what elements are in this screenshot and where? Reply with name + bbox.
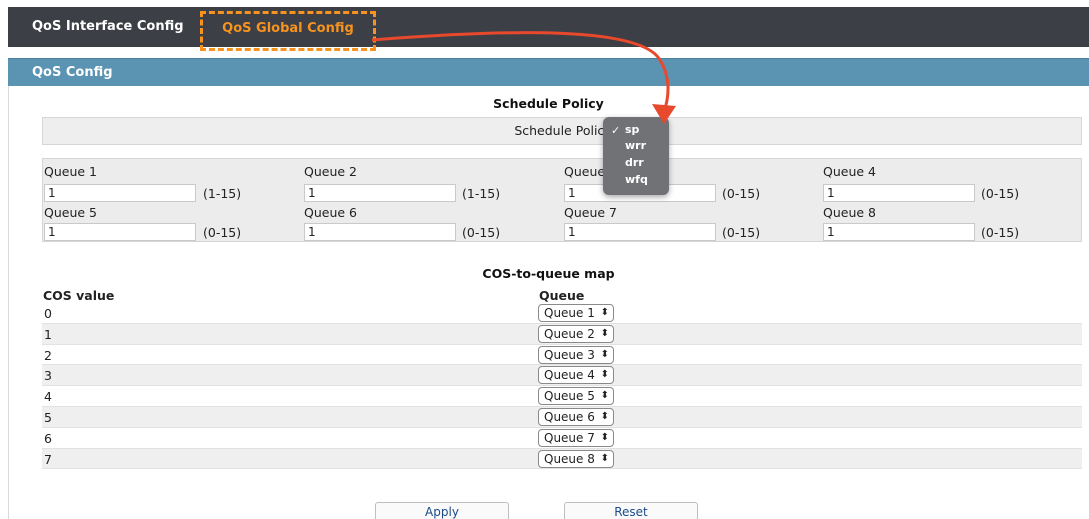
table-row: 1 Queue 2 ⬍: [42, 323, 1082, 345]
updown-arrow-icon: ⬍: [600, 431, 609, 443]
checkmark-icon: ✓: [611, 124, 621, 137]
schedule-policy-row: Schedule Policy: [42, 117, 1082, 145]
cos-value: 0: [44, 306, 52, 321]
apply-button[interactable]: Apply: [375, 502, 509, 519]
queue-select[interactable]: Queue 3 ⬍: [538, 345, 614, 364]
queue-8-range: (0-15): [981, 225, 1020, 240]
queue-select[interactable]: Queue 2 ⬍: [538, 324, 614, 343]
queue-select-value: Queue 7: [544, 430, 595, 445]
cos-value: 2: [44, 347, 52, 363]
cos-value: 4: [44, 389, 52, 405]
queue-2-range: (1-15): [462, 186, 501, 201]
queue-1-input[interactable]: 1: [44, 184, 196, 202]
table-row: 4 Queue 5 ⬍: [42, 386, 1082, 407]
table-row: 0 Queue 1 ⬍: [42, 303, 1082, 324]
table-row: 5 Queue 6 ⬍: [42, 406, 1082, 428]
queue-4-label: Queue 4: [823, 164, 876, 179]
tab-qos-interface-config[interactable]: QoS Interface Config: [32, 7, 184, 47]
queue-6-input[interactable]: 1: [304, 223, 456, 241]
queue-5-input[interactable]: 1: [44, 223, 196, 241]
queue-1-label: Queue 1: [44, 164, 97, 179]
queue-select[interactable]: Queue 1 ⬍: [538, 304, 614, 322]
updown-arrow-icon: ⬍: [600, 369, 609, 381]
queue-select-value: Queue 8: [544, 451, 595, 466]
queue-8-label: Queue 8: [823, 205, 876, 220]
cos-value: 7: [44, 451, 52, 467]
queue-weights-grid: Queue 1 1 (1-15) Queue 2 1 (1-15) Queue …: [42, 158, 1082, 242]
top-nav-bar: QoS Interface Config QoS Global Config: [8, 7, 1089, 51]
cos-map-table: 0 Queue 1 ⬍ 1 Queue 2 ⬍ 2 Queue 3 ⬍ 3 Queue…: [42, 303, 1082, 470]
schedule-policy-label: Schedule Policy: [514, 123, 612, 138]
dropdown-option-wfq[interactable]: wfq: [625, 173, 648, 186]
updown-arrow-icon: ⬍: [600, 390, 609, 402]
queue-5-range: (0-15): [203, 225, 242, 240]
queue-7-label: Queue 7: [564, 205, 617, 220]
queue-select[interactable]: Queue 4 ⬍: [538, 366, 614, 385]
queue-6-label: Queue 6: [304, 205, 357, 220]
schedule-policy-heading: Schedule Policy: [493, 96, 604, 111]
queue-select[interactable]: Queue 5 ⬍: [538, 387, 614, 406]
queue-7-input[interactable]: 1: [564, 223, 716, 241]
dropdown-option-wrr[interactable]: wrr: [625, 139, 646, 152]
queue-select-value: Queue 5: [544, 389, 595, 404]
table-row: 6 Queue 7 ⬍: [42, 428, 1082, 449]
queue-select-value: Queue 3: [544, 347, 595, 362]
queue-select-value: Queue 1: [544, 306, 595, 320]
updown-arrow-icon: ⬍: [600, 327, 609, 339]
cos-value: 1: [44, 326, 52, 342]
schedule-policy-dropdown-menu: ✓ sp wrr drr wfq: [603, 117, 669, 195]
tab-qos-global-config[interactable]: QoS Global Config: [200, 11, 376, 51]
queue-6-range: (0-15): [462, 225, 501, 240]
updown-arrow-icon: ⬍: [600, 307, 609, 318]
queue-4-input[interactable]: 1: [823, 184, 975, 202]
dropdown-option-drr[interactable]: drr: [625, 156, 644, 169]
table-row: 7 Queue 8 ⬍: [42, 448, 1082, 470]
reset-button[interactable]: Reset: [564, 502, 698, 519]
queue-1-range: (1-15): [203, 186, 242, 201]
table-row: 3 Queue 4 ⬍: [42, 365, 1082, 387]
panel-title: QoS Config: [8, 58, 1089, 86]
queue-7-range: (0-15): [722, 225, 761, 240]
queue-5-label: Queue 5: [44, 205, 97, 220]
queue-select-value: Queue 4: [544, 368, 595, 383]
cos-value: 3: [44, 368, 52, 384]
queue-select-value: Queue 2: [544, 326, 595, 341]
queue-select[interactable]: Queue 8 ⬍: [538, 449, 614, 468]
dropdown-option-sp[interactable]: sp: [625, 123, 639, 136]
queue-3-range: (0-15): [722, 186, 761, 201]
cos-value: 6: [44, 430, 52, 446]
updown-arrow-icon: ⬍: [600, 410, 609, 422]
queue-select-value: Queue 6: [544, 409, 595, 424]
table-row: 2 Queue 3 ⬍: [42, 345, 1082, 366]
queue-3-label: Queue: [564, 164, 606, 179]
queue-4-range: (0-15): [981, 186, 1020, 201]
queue-column-header: Queue: [539, 288, 585, 303]
updown-arrow-icon: ⬍: [600, 348, 609, 360]
queue-2-label: Queue 2: [304, 164, 357, 179]
queue-select[interactable]: Queue 7 ⬍: [538, 428, 614, 447]
queue-8-input[interactable]: 1: [823, 223, 975, 241]
cos-map-heading: COS-to-queue map: [482, 266, 615, 281]
cos-value-column-header: COS value: [43, 288, 115, 303]
updown-arrow-icon: ⬍: [600, 452, 609, 464]
queue-2-input[interactable]: 1: [304, 184, 456, 202]
cos-value: 5: [44, 409, 52, 425]
queue-select[interactable]: Queue 6 ⬍: [538, 407, 614, 426]
